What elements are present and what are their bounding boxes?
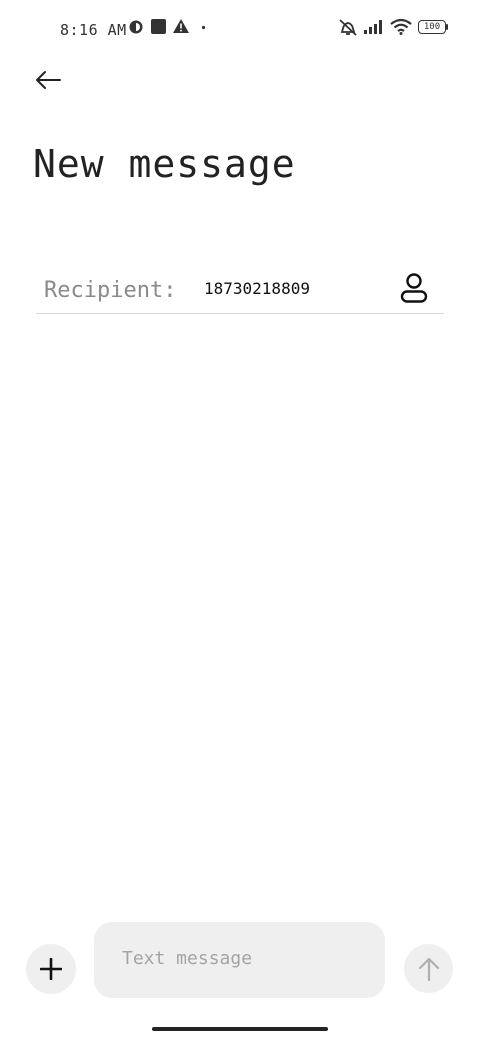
vibrate-silent-icon — [339, 19, 357, 36]
back-button[interactable] — [28, 62, 68, 98]
wifi-icon — [390, 18, 412, 35]
signal-icon — [364, 20, 382, 34]
home-indicator[interactable] — [152, 1027, 328, 1031]
more-notifications-dot-icon — [201, 25, 206, 30]
send-button[interactable] — [404, 944, 453, 993]
arrow-up-icon — [418, 957, 439, 981]
app-notification-icon — [129, 20, 143, 34]
contact-picker-button[interactable] — [394, 268, 434, 308]
square-notification-icon — [151, 19, 166, 34]
page-title: New message — [33, 142, 296, 186]
recipient-input[interactable] — [204, 279, 384, 298]
battery-icon: 100 — [418, 20, 446, 34]
status-time: 8:16 AM — [60, 21, 127, 39]
compose-bar — [0, 915, 480, 1005]
battery-level: 100 — [423, 22, 441, 32]
warning-icon — [173, 19, 189, 33]
recipient-label: Recipient: — [44, 278, 177, 303]
message-input[interactable] — [122, 948, 362, 969]
message-field[interactable] — [94, 922, 385, 998]
arrow-left-icon — [36, 71, 61, 89]
plus-icon — [40, 958, 62, 980]
status-bar: 8:16 AM 100 — [0, 0, 480, 58]
person-icon — [400, 273, 428, 303]
recipient-field[interactable]: Recipient: — [36, 266, 444, 314]
add-attachment-button[interactable] — [26, 944, 76, 994]
battery-tip — [446, 24, 448, 30]
